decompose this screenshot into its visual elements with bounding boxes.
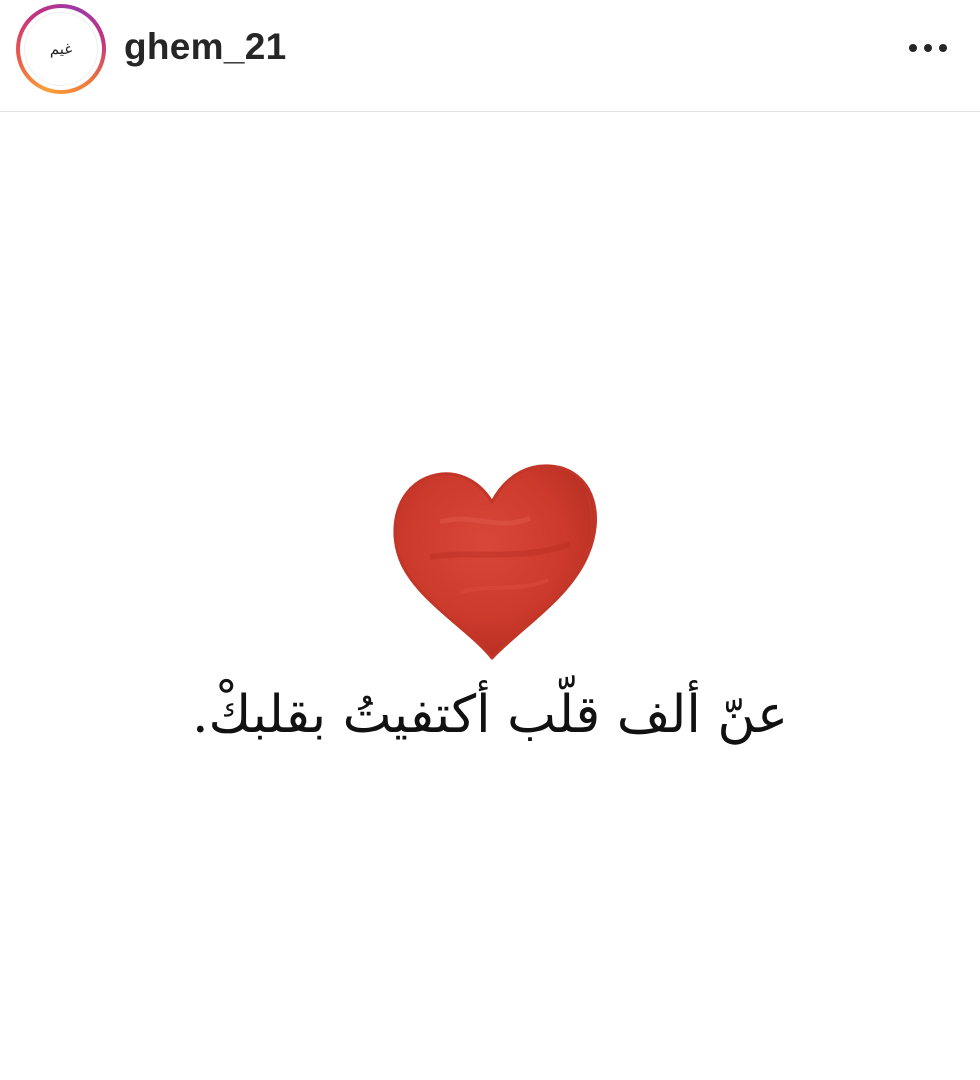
post-image[interactable]: عنّ ألف قلّب أكتفيتُ بقلبكْ. bbox=[0, 112, 980, 1080]
heart-icon bbox=[393, 464, 597, 660]
avatar-border: غيم bbox=[20, 8, 102, 90]
story-ring[interactable]: غيم bbox=[16, 4, 106, 94]
post-header: غيم ghem_21 bbox=[0, 0, 980, 112]
username-link[interactable]: ghem_21 bbox=[124, 26, 287, 68]
more-horizontal-icon bbox=[909, 44, 947, 52]
more-options-button[interactable] bbox=[900, 30, 956, 66]
avatar[interactable]: غيم bbox=[24, 12, 98, 86]
post-caption-text: عنّ ألف قلّب أكتفيتُ بقلبكْ. bbox=[192, 685, 788, 745]
avatar-text: غيم bbox=[49, 40, 73, 58]
